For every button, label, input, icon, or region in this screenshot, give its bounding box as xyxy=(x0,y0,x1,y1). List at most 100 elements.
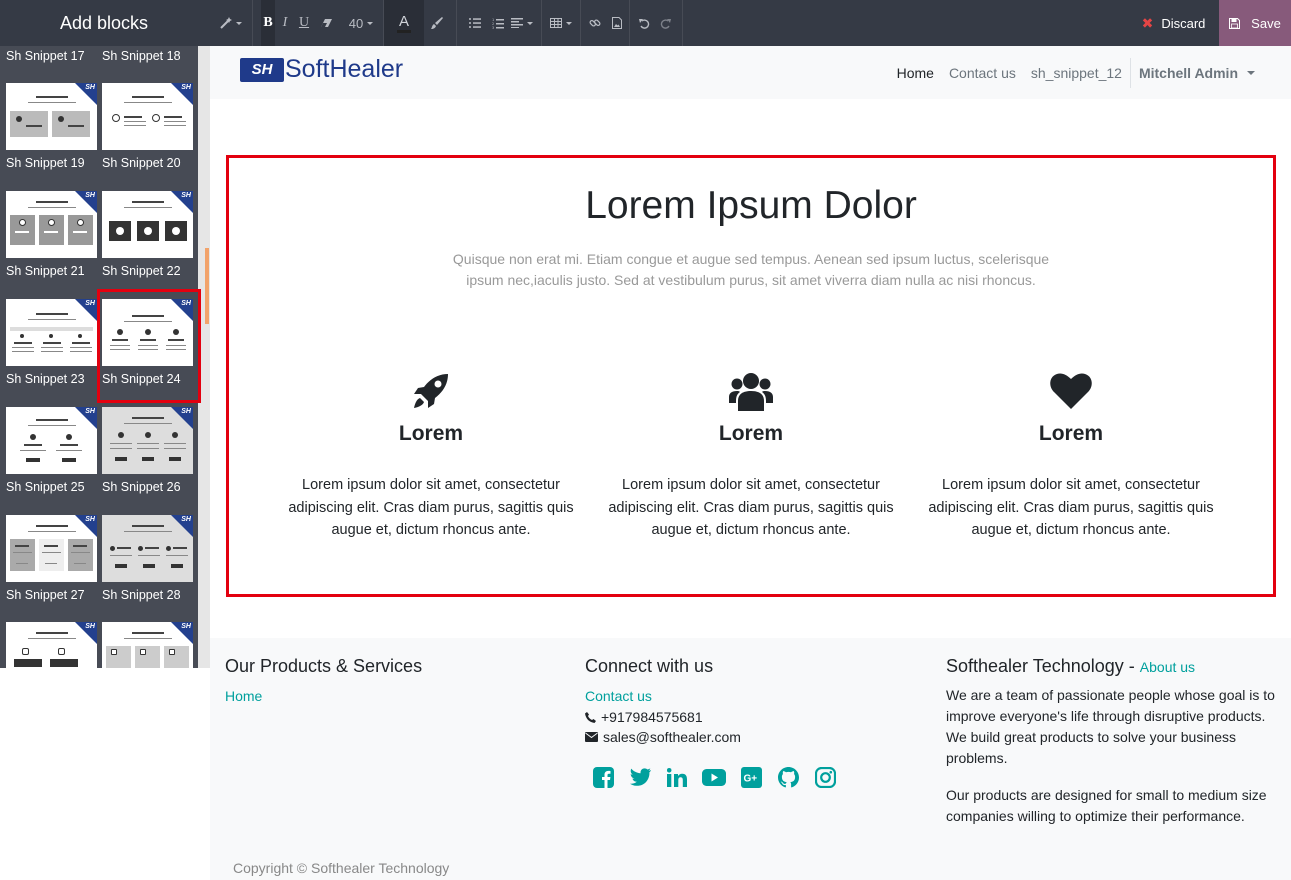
feature-title[interactable]: Lorem xyxy=(921,422,1221,446)
snippet-thumb-19[interactable]: SH xyxy=(6,83,97,150)
facebook-icon[interactable] xyxy=(585,765,621,789)
snippet-label[interactable]: Sh Snippet 20 xyxy=(102,156,181,170)
snippet-thumb-21[interactable]: SH xyxy=(6,191,97,258)
snippet-label[interactable]: Sh Snippet 17 xyxy=(6,49,85,63)
feature-text[interactable]: Lorem ipsum dolor sit amet, consectetur … xyxy=(601,474,901,542)
envelope-icon xyxy=(585,732,598,742)
snippet-label[interactable]: Sh Snippet 19 xyxy=(6,156,85,170)
text-color-icon: A xyxy=(396,13,411,33)
feature-text[interactable]: Lorem ipsum dolor sit amet, consectetur … xyxy=(921,474,1221,542)
youtube-icon[interactable] xyxy=(696,765,732,789)
add-blocks-header: Add blocks xyxy=(0,0,210,46)
italic-button[interactable]: I xyxy=(275,0,295,46)
add-blocks-title: Add blocks xyxy=(59,12,149,33)
align-dropdown[interactable] xyxy=(507,0,537,46)
snippet-thumb-26[interactable]: SH xyxy=(102,407,193,474)
snippet-thumb-27[interactable]: SH xyxy=(6,515,97,582)
snippet-thumb-20[interactable]: SH xyxy=(102,83,193,150)
feature-title[interactable]: Lorem xyxy=(601,422,901,446)
user-name: Mitchell Admin xyxy=(1138,64,1238,81)
github-icon[interactable] xyxy=(770,765,806,789)
snippet-label[interactable]: Sh Snippet 23 xyxy=(6,372,85,386)
footer-email: sales@softhealer.com xyxy=(585,729,844,745)
feature-card: Lorem Lorem ipsum dolor sit amet, consec… xyxy=(921,370,1221,542)
snippet-label[interactable]: Sh Snippet 21 xyxy=(6,264,85,278)
main-nav: Home Contact us sh_snippet_12 Mitchell A… xyxy=(882,46,1255,99)
site-logo[interactable]: SH SoftHealer xyxy=(240,55,403,84)
google-plus-icon[interactable]: G+ xyxy=(733,765,769,789)
magic-wand-dropdown[interactable] xyxy=(210,0,252,46)
image-button[interactable] xyxy=(607,0,627,46)
section-subtitle[interactable]: Quisque non erat mi. Etiam congue et aug… xyxy=(439,249,1063,291)
underline-icon: U xyxy=(298,15,310,30)
link-button[interactable] xyxy=(583,0,607,46)
snippet-label[interactable]: Sh Snippet 27 xyxy=(6,588,85,602)
snippet-label[interactable]: Sh Snippet 18 xyxy=(102,49,181,63)
nav-home[interactable]: Home xyxy=(897,65,934,81)
save-button[interactable]: Save xyxy=(1219,0,1291,46)
users-icon xyxy=(601,370,901,412)
site-footer: Our Products & Services Home Connect wit… xyxy=(210,638,1291,880)
footer-contact-link[interactable]: Contact us xyxy=(585,688,844,704)
section-title[interactable]: Lorem Ipsum Dolor xyxy=(229,184,1273,228)
linkedin-icon[interactable] xyxy=(659,765,695,789)
discard-label: Discard xyxy=(1161,15,1206,31)
snippet-thumb-23[interactable]: SH xyxy=(6,299,97,366)
feature-text[interactable]: Lorem ipsum dolor sit amet, consectetur … xyxy=(281,474,581,542)
snippet-label[interactable]: Sh Snippet 22 xyxy=(102,264,181,278)
svg-text:3: 3 xyxy=(492,26,494,29)
redo-button[interactable] xyxy=(656,0,674,46)
thumb-badge: SH xyxy=(181,516,191,523)
underline-button[interactable]: U xyxy=(295,0,313,46)
unordered-list-button[interactable] xyxy=(461,0,489,46)
footer-home-link[interactable]: Home xyxy=(225,688,422,704)
snippet-thumb-22[interactable]: SH xyxy=(102,191,193,258)
chevron-down-icon xyxy=(367,21,374,25)
feature-card: Lorem Lorem ipsum dolor sit amet, consec… xyxy=(281,370,581,542)
footer-about-column: Softhealer Technology - About us We are … xyxy=(946,656,1281,827)
floppy-disk-icon xyxy=(1229,17,1241,29)
snippet-thumb-28[interactable]: SH xyxy=(102,515,193,582)
snippet-thumb-30[interactable]: SH xyxy=(102,622,193,668)
text-color-button[interactable]: A xyxy=(384,0,424,46)
snippet-label[interactable]: Sh Snippet 26 xyxy=(102,480,181,494)
snippet-thumb-25[interactable]: SH xyxy=(6,407,97,474)
snippet-label[interactable]: Sh Snippet 28 xyxy=(102,588,181,602)
sidebar-scroll-thumb[interactable] xyxy=(205,248,209,324)
thumb-badge: SH xyxy=(181,192,191,199)
footer-about-link[interactable]: About us xyxy=(1140,659,1195,675)
nav-divider xyxy=(1129,57,1131,88)
snippet-label[interactable]: Sh Snippet 25 xyxy=(6,480,85,494)
footer-company-title: Softhealer Technology xyxy=(946,656,1124,676)
nav-sh-snippet-12[interactable]: sh_snippet_12 xyxy=(1031,65,1122,81)
thumb-badge: SH xyxy=(181,84,191,91)
eraser-button[interactable] xyxy=(313,0,339,46)
list-ol-icon: 123 xyxy=(492,18,504,29)
phone-icon xyxy=(585,711,596,723)
thumb-badge: SH xyxy=(181,623,191,630)
ordered-list-button[interactable]: 123 xyxy=(489,0,507,46)
instagram-icon[interactable] xyxy=(807,765,843,789)
svg-text:G+: G+ xyxy=(743,773,757,784)
social-links: G+ xyxy=(585,765,844,789)
feature-title[interactable]: Lorem xyxy=(281,422,581,446)
footer-email-address[interactable]: sales@softhealer.com xyxy=(603,729,741,745)
nav-contact-us[interactable]: Contact us xyxy=(949,65,1016,81)
font-size-value: 40 xyxy=(348,15,364,31)
twitter-icon[interactable] xyxy=(622,765,658,789)
user-menu[interactable]: Mitchell Admin xyxy=(1139,65,1255,81)
undo-button[interactable] xyxy=(632,0,656,46)
bg-color-button[interactable] xyxy=(424,0,450,46)
snippet-section[interactable]: Lorem Ipsum Dolor Quisque non erat mi. E… xyxy=(226,155,1276,597)
chevron-down-icon xyxy=(236,21,242,25)
logo-text: SoftHealer xyxy=(285,55,404,83)
thumb-badge: SH xyxy=(181,408,191,415)
table-dropdown[interactable] xyxy=(544,0,578,46)
italic-icon: I xyxy=(282,15,288,30)
snippet-thumb-29[interactable]: SH xyxy=(6,622,97,668)
selected-snippet-highlight xyxy=(97,289,201,403)
discard-button[interactable]: ✖ Discard xyxy=(1128,0,1219,46)
link-icon xyxy=(589,19,601,27)
bold-button[interactable]: B xyxy=(261,0,275,46)
font-size-dropdown[interactable]: 40 xyxy=(339,0,383,46)
